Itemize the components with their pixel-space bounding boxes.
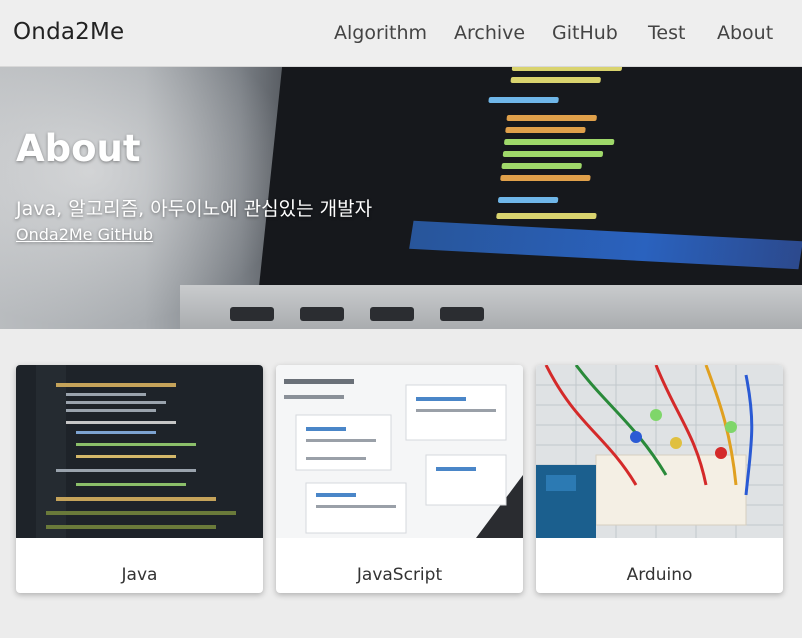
github-link[interactable]: Onda2Me GitHub: [16, 225, 153, 244]
nav-item-test[interactable]: Test: [648, 22, 685, 44]
hero-keyboard: [180, 285, 802, 329]
card-label: Arduino: [626, 565, 693, 585]
hero-key: [300, 307, 344, 321]
arduino-breadboard-photo: [536, 365, 783, 538]
card-java[interactable]: Java: [16, 365, 263, 593]
card-label: JavaScript: [356, 565, 443, 585]
hero-title: About: [16, 127, 141, 170]
nav-item-github[interactable]: GitHub: [552, 22, 618, 44]
nav-item-algorithm[interactable]: Algorithm: [334, 22, 427, 44]
code-editor-photo: [16, 365, 263, 538]
hero-banner: About Java, 알고리즘, 아두이노에 관심있는 개발자 Onda2Me…: [0, 67, 802, 329]
hero-laptop-screen: [256, 67, 802, 307]
hero-subtitle: Java, 알고리즘, 아두이노에 관심있는 개발자: [16, 198, 373, 220]
github-repositories-photo: [276, 365, 523, 538]
nav-item-about[interactable]: About: [717, 22, 773, 44]
card-arduino[interactable]: Arduino: [536, 365, 783, 593]
hero-key: [370, 307, 414, 321]
card-javascript[interactable]: JavaScript: [276, 365, 523, 593]
hero-key: [440, 307, 484, 321]
nav-item-archive[interactable]: Archive: [454, 22, 525, 44]
brand-link[interactable]: Onda2Me: [13, 19, 124, 45]
card-label: Java: [121, 565, 158, 585]
hero-key: [230, 307, 274, 321]
navbar: Onda2Me Algorithm Archive GitHub Test Ab…: [0, 0, 802, 67]
